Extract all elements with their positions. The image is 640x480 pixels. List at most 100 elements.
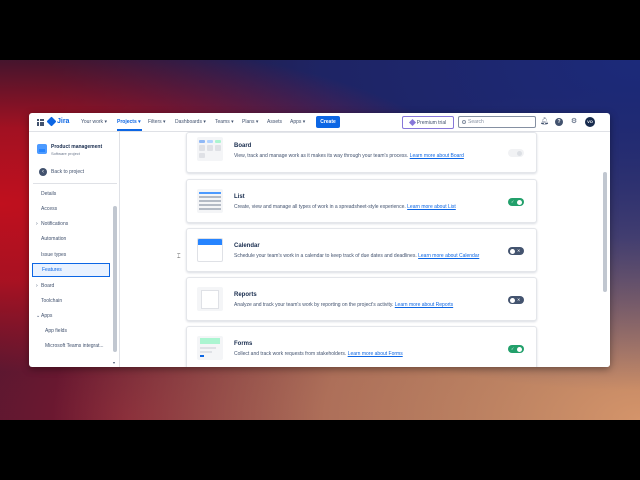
- project-type: Software project: [51, 151, 80, 156]
- sidebar-item-label: Apps: [41, 313, 53, 319]
- learn-more-board-link[interactable]: Learn more about Board: [410, 153, 464, 159]
- notifications-icon[interactable]: 🔔︎: [540, 118, 549, 126]
- feature-title: Board: [234, 143, 252, 149]
- checkmark-icon: ✓: [511, 346, 515, 351]
- learn-more-forms-link[interactable]: Learn more about Forms: [348, 351, 403, 357]
- feature-description-text: Collect and track work requests from sta…: [234, 351, 347, 357]
- jira-logo[interactable]: Jira: [46, 116, 70, 127]
- project-name: Product management: [51, 144, 103, 150]
- sidebar-item-label: Issue types: [41, 252, 67, 258]
- sidebar-item-access[interactable]: Access: [32, 202, 110, 216]
- chevron-right-icon: ›: [36, 221, 38, 227]
- feature-description: Create, view and manage all types of wor…: [234, 204, 456, 210]
- search-placeholder: Search: [468, 119, 484, 125]
- feature-title: Forms: [234, 341, 253, 347]
- feature-card-list: List Create, view and manage all types o…: [186, 179, 537, 223]
- sidebar-item-label: Microsoft Teams integrat...: [45, 343, 104, 349]
- sidebar-item-label: Features: [42, 267, 62, 273]
- feature-description-text: Analyze and track your team's work by re…: [234, 302, 394, 308]
- calendar-toggle[interactable]: ✕: [508, 247, 524, 255]
- sidebar-item-notifications[interactable]: › Notifications: [32, 217, 110, 231]
- premium-trial-button[interactable]: Premium trial: [402, 116, 454, 129]
- toggle-knob: [510, 248, 515, 254]
- sidebar-item-label: Board: [41, 283, 55, 289]
- mouse-cursor-icon: ⌶: [177, 254, 181, 260]
- chevron-down-icon: ⌄: [36, 313, 41, 319]
- sidebar-item-label: Details: [41, 191, 57, 197]
- nav-plans[interactable]: Plans ▾: [242, 119, 258, 125]
- nav-apps[interactable]: Apps ▾: [290, 119, 305, 125]
- feature-description: Analyze and track your team's work by re…: [234, 302, 453, 308]
- letterbox-bottom: [0, 420, 640, 480]
- feature-description: View, track and manage work as it makes …: [234, 153, 464, 159]
- feature-description: Schedule your team's work in a calendar …: [234, 253, 479, 259]
- sidebar-item-label: Automation: [41, 236, 67, 242]
- nav-teams[interactable]: Teams ▾: [215, 119, 234, 125]
- sidebar-item-label: App fields: [45, 328, 67, 334]
- sidebar-item-label: Toolchain: [41, 298, 63, 304]
- list-thumbnail: [197, 189, 223, 213]
- sidebar-item-details[interactable]: Details: [32, 187, 110, 201]
- toggle-knob: [517, 199, 522, 205]
- feature-card-reports: Reports Analyze and track your team's wo…: [186, 277, 537, 321]
- main-scrollbar[interactable]: [603, 172, 607, 292]
- nav-your-work[interactable]: Your work ▾: [81, 119, 107, 125]
- reports-thumbnail: [197, 287, 223, 311]
- learn-more-list-link[interactable]: Learn more about List: [407, 204, 456, 210]
- nav-active-indicator: [117, 129, 142, 131]
- sidebar-item-apps[interactable]: ⌄ Apps: [32, 309, 110, 323]
- feature-title: Reports: [234, 292, 257, 298]
- scroll-down-arrow-icon[interactable]: ▾: [113, 360, 115, 365]
- list-toggle[interactable]: ✓: [508, 198, 524, 206]
- nav-dashboards[interactable]: Dashboards ▾: [175, 119, 206, 125]
- sidebar-item-automation[interactable]: Automation: [32, 232, 110, 246]
- forms-thumbnail: [197, 336, 223, 360]
- learn-more-reports-link[interactable]: Learn more about Reports: [395, 302, 453, 308]
- feature-card-forms: Forms Collect and track work requests fr…: [186, 326, 537, 367]
- sidebar-item-microsoft-teams[interactable]: Microsoft Teams integrat...: [32, 339, 110, 353]
- feature-title: Calendar: [234, 243, 260, 249]
- feature-title: List: [234, 194, 245, 200]
- app-switcher-icon[interactable]: [37, 119, 44, 126]
- arrow-left-icon: ‹: [39, 168, 47, 176]
- checkmark-icon: ✓: [511, 199, 515, 204]
- sidebar-item-label: Access: [41, 206, 58, 212]
- reports-toggle[interactable]: ✕: [508, 296, 524, 304]
- search-input[interactable]: Search: [458, 116, 536, 128]
- feature-description-text: Create, view and manage all types of wor…: [234, 204, 406, 210]
- project-header[interactable]: Product management Software project: [37, 144, 102, 156]
- jira-logo-text: Jira: [57, 118, 70, 125]
- chevron-right-icon: ›: [36, 283, 38, 289]
- nav-assets[interactable]: Assets: [267, 119, 282, 125]
- sidebar-item-app-fields[interactable]: App fields: [32, 324, 110, 338]
- forms-toggle[interactable]: ✓: [508, 345, 524, 353]
- sidebar-item-board[interactable]: › Board: [32, 279, 110, 293]
- toggle-knob: [517, 150, 522, 156]
- top-navigation: Jira Your work ▾ Projects ▾ Filters ▾ Da…: [29, 113, 610, 132]
- board-toggle[interactable]: [508, 149, 524, 157]
- learn-more-calendar-link[interactable]: Learn more about Calendar: [418, 253, 479, 259]
- back-to-project-label: Back to project: [51, 169, 85, 175]
- sidebar-item-label: Notifications: [41, 221, 69, 227]
- premium-trial-label: Premium trial: [416, 119, 447, 126]
- create-button[interactable]: Create: [316, 116, 340, 128]
- settings-gear-icon[interactable]: ⚙: [570, 118, 578, 126]
- avatar[interactable]: VO: [585, 117, 595, 127]
- board-thumbnail: [197, 137, 223, 161]
- sidebar-scrollbar[interactable]: [113, 206, 117, 352]
- project-settings-sidebar: Product management Software project ‹ Ba…: [29, 132, 120, 367]
- search-icon: [462, 120, 466, 124]
- close-icon: ✕: [517, 248, 521, 253]
- nav-filters[interactable]: Filters ▾: [148, 119, 166, 125]
- feature-card-board: Board View, track and manage work as it …: [186, 132, 537, 173]
- feature-description: Collect and track work requests from sta…: [234, 351, 403, 357]
- close-icon: ✕: [517, 297, 521, 302]
- sidebar-item-toolchain[interactable]: Toolchain: [32, 294, 110, 308]
- nav-projects[interactable]: Projects ▾: [117, 119, 141, 125]
- sidebar-item-features[interactable]: Features: [32, 263, 110, 277]
- jira-logo-icon: [46, 116, 57, 127]
- sidebar-divider: [33, 183, 117, 184]
- back-to-project-button[interactable]: ‹ Back to project: [39, 168, 84, 176]
- help-icon[interactable]: ?: [555, 118, 563, 126]
- sidebar-item-issue-types[interactable]: Issue types: [32, 248, 110, 262]
